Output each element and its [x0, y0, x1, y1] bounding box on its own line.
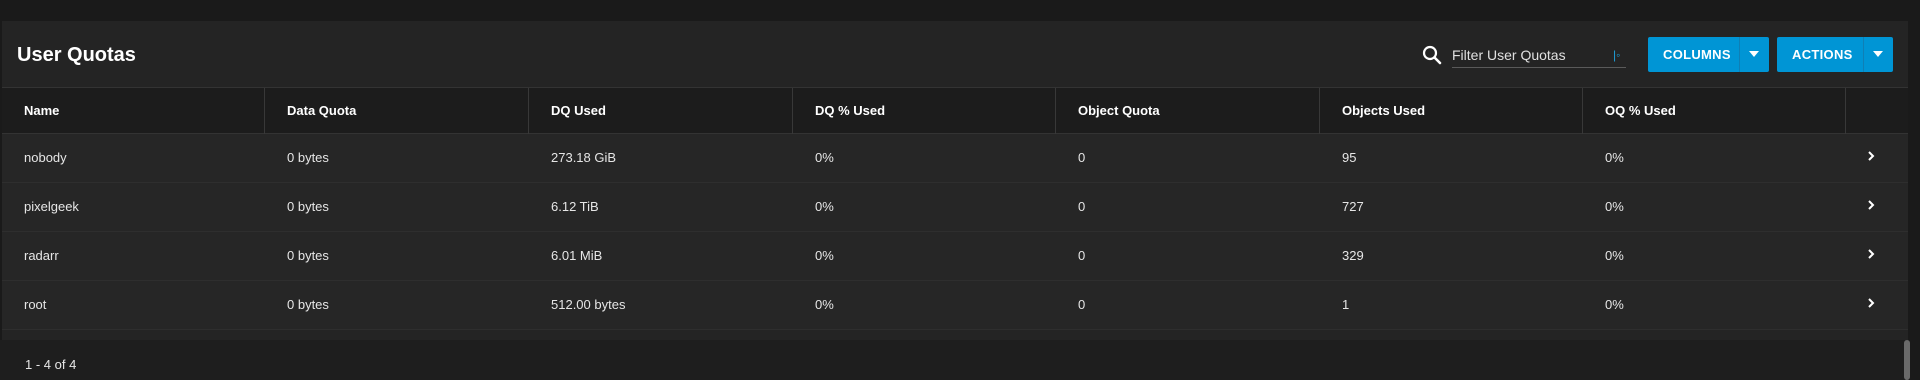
- cell-dq-used: 512.00 bytes: [551, 297, 626, 312]
- column-header-data-quota[interactable]: Data Quota: [265, 88, 529, 134]
- user-quotas-table: Name Data Quota DQ Used DQ % Used Object…: [2, 87, 1908, 330]
- cell-name: nobody: [24, 150, 67, 165]
- caret-down-icon[interactable]: [1873, 51, 1883, 57]
- cell-object-quota: 0: [1078, 248, 1086, 263]
- cell-object-quota: 0: [1078, 150, 1086, 165]
- columns-button[interactable]: COLUMNS: [1648, 37, 1769, 72]
- actions-button[interactable]: ACTIONS: [1777, 37, 1893, 72]
- cell-name: root: [24, 297, 47, 312]
- column-header-dq-pct-used[interactable]: DQ % Used: [793, 88, 1056, 134]
- user-quotas-card: User Quotas |◦ COLUMNS ACTIONS: [2, 21, 1908, 340]
- column-header-name[interactable]: Name: [2, 88, 265, 134]
- cell-data-quota: 0 bytes: [287, 199, 329, 214]
- cell-objects-used: 1: [1342, 297, 1350, 312]
- cell-objects-used: 329: [1342, 248, 1364, 263]
- column-header-objects-used[interactable]: Objects Used: [1320, 88, 1583, 134]
- search-input[interactable]: [1452, 43, 1626, 68]
- cell-name: pixelgeek: [24, 199, 79, 214]
- cell-oq-pct-used: 0%: [1605, 150, 1624, 165]
- column-header-oq-pct-used[interactable]: OQ % Used: [1583, 88, 1846, 134]
- table-row[interactable]: radarr 0 bytes 6.01 MiB 0% 0 329 0%: [2, 232, 1908, 281]
- cell-object-quota: 0: [1078, 199, 1086, 214]
- cell-dq-used: 6.12 TiB: [551, 199, 599, 214]
- cell-dq-pct-used: 0%: [815, 199, 834, 214]
- cell-objects-used: 95: [1342, 150, 1357, 165]
- cell-dq-used: 273.18 GiB: [551, 150, 617, 165]
- cell-object-quota: 0: [1078, 297, 1086, 312]
- button-divider: [1739, 37, 1740, 72]
- page-title: User Quotas: [17, 44, 136, 66]
- column-header-object-quota[interactable]: Object Quota: [1056, 88, 1320, 134]
- search-box: |◦: [1422, 43, 1628, 69]
- cell-oq-pct-used: 0%: [1605, 248, 1624, 263]
- chevron-right-icon[interactable]: [1864, 198, 1878, 212]
- column-header-dq-used[interactable]: DQ Used: [529, 88, 793, 134]
- cell-dq-pct-used: 0%: [815, 150, 834, 165]
- cell-oq-pct-used: 0%: [1605, 199, 1624, 214]
- table-row[interactable]: root 0 bytes 512.00 bytes 0% 0 1 0%: [2, 281, 1908, 330]
- cell-data-quota: 0 bytes: [287, 248, 329, 263]
- table-footer: 1 - 4 of 4: [0, 340, 1906, 380]
- chevron-right-icon[interactable]: [1864, 296, 1878, 310]
- table-header: Name Data Quota DQ Used DQ % Used Object…: [2, 87, 1908, 134]
- column-header-expand: [1846, 88, 1908, 134]
- caret-down-icon[interactable]: [1749, 51, 1759, 57]
- search-icon: [1422, 45, 1442, 65]
- cell-oq-pct-used: 0%: [1605, 297, 1624, 312]
- actions-button-label: ACTIONS: [1792, 47, 1853, 62]
- cell-dq-pct-used: 0%: [815, 248, 834, 263]
- chevron-right-icon[interactable]: [1864, 149, 1878, 163]
- chevron-right-icon[interactable]: [1864, 247, 1878, 261]
- page: User Quotas |◦ COLUMNS ACTIONS: [0, 0, 1920, 380]
- table-row[interactable]: nobody 0 bytes 273.18 GiB 0% 0 95 0%: [2, 134, 1908, 183]
- cell-dq-used: 6.01 MiB: [551, 248, 603, 263]
- vertical-scrollbar[interactable]: [1904, 340, 1910, 380]
- cell-data-quota: 0 bytes: [287, 150, 329, 165]
- cell-name: radarr: [24, 248, 59, 263]
- cell-objects-used: 727: [1342, 199, 1364, 214]
- columns-button-label: COLUMNS: [1663, 47, 1731, 62]
- text-cursor-icon: |◦: [1613, 48, 1621, 62]
- table-row[interactable]: pixelgeek 0 bytes 6.12 TiB 0% 0 727 0%: [2, 183, 1908, 232]
- pagination-info: 1 - 4 of 4: [25, 357, 77, 372]
- card-header: User Quotas |◦ COLUMNS ACTIONS: [2, 21, 1908, 87]
- button-divider: [1863, 37, 1864, 72]
- cell-dq-pct-used: 0%: [815, 297, 834, 312]
- cell-data-quota: 0 bytes: [287, 297, 329, 312]
